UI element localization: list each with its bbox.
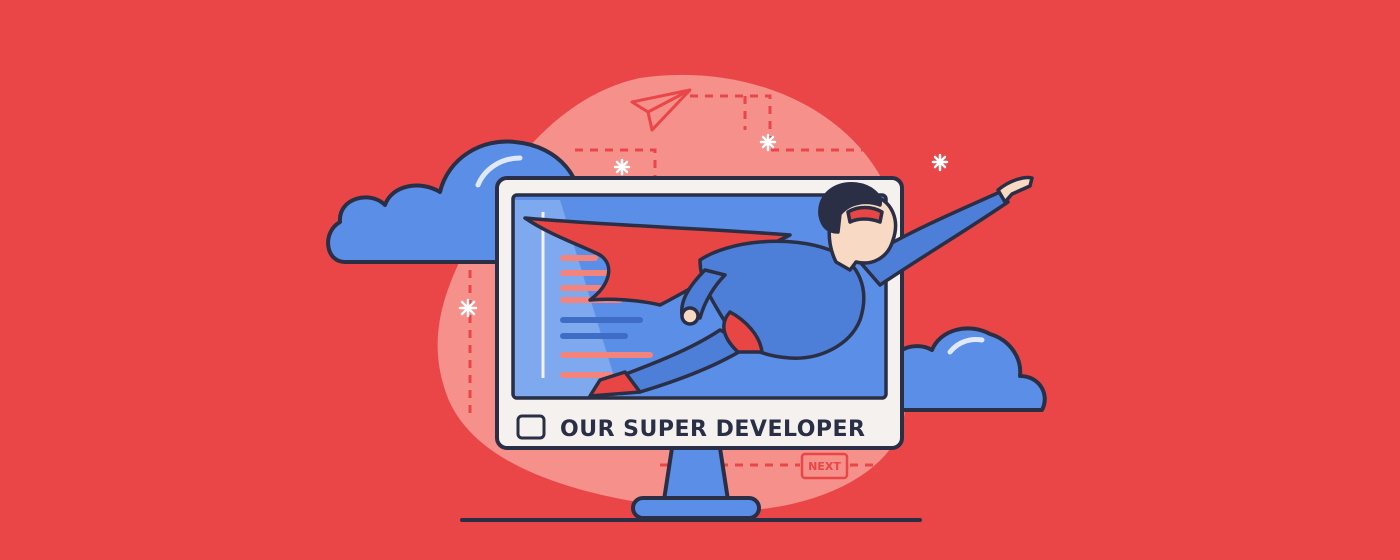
caption-checkbox[interactable] xyxy=(516,414,546,440)
hero-illustration: OUR SUPER DEVELOPER NEXT xyxy=(326,74,1047,522)
sparkle-icon xyxy=(458,298,478,318)
sparkle-icon xyxy=(613,158,631,176)
sparkle-icon xyxy=(931,153,949,172)
sparkle-icon xyxy=(759,133,777,152)
caption-text: OUR SUPER DEVELOPER xyxy=(560,417,866,442)
target-circles-icon xyxy=(906,293,950,337)
next-button-label: NEXT xyxy=(808,460,841,473)
